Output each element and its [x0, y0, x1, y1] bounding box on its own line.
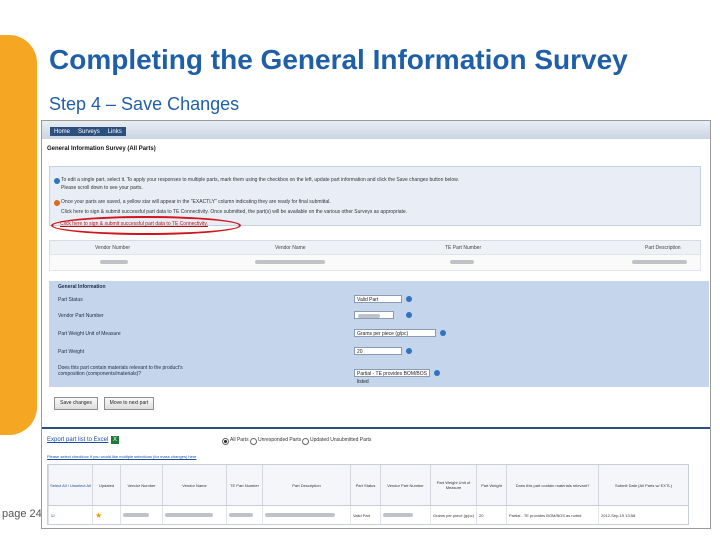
part-description-cell — [262, 506, 350, 524]
page-number: page 24 — [2, 508, 42, 520]
redacted-value — [450, 260, 474, 264]
grid-col-vendor-name: Vendor Name — [275, 245, 306, 251]
col-vendor-part-number: Vendor Part Number — [380, 465, 430, 505]
col-submit-date: Submit Date (All Parts w/ EXTL) — [598, 465, 688, 505]
slide-title: Completing the General Information Surve… — [49, 44, 628, 75]
divider — [42, 427, 710, 429]
grid-col-te-part-number: TE Part Number — [445, 245, 482, 251]
slide-subtitle: Step 4 – Save Changes — [49, 94, 240, 114]
part-weight-input[interactable]: 20 — [354, 347, 402, 355]
col-materials: Does this part contain materials relevan… — [506, 465, 598, 505]
accent-bar — [0, 35, 37, 435]
help-icon[interactable] — [406, 348, 412, 354]
instruction-line: Click here to sign & submit successful p… — [61, 209, 408, 215]
col-te-part-number: TE Part Number — [226, 465, 262, 505]
filter-all-radio[interactable] — [222, 438, 229, 445]
help-icon[interactable] — [406, 312, 412, 318]
col-part-description: Part Description — [262, 465, 350, 505]
vendor-name-cell — [162, 506, 226, 524]
grid-col-part-description: Part Description — [645, 245, 681, 251]
materials-cell: Partial - TE provides BOM/BOS as noted — [506, 506, 598, 524]
part-weight-cell: 20 — [476, 506, 506, 524]
col-part-status: Part Status — [350, 465, 380, 505]
col-weight-unit: Part Weight Unit of Measure — [430, 465, 476, 505]
selection-hint: Please select checkbox if you would like… — [47, 454, 197, 459]
app-screenshot: Home Surveys Links General Information S… — [41, 120, 711, 529]
col-updated: Updated — [92, 465, 120, 505]
redacted-value — [358, 314, 380, 318]
col-vendor-name: Vendor Name — [162, 465, 226, 505]
filter-unresponded-label: Unresponded Parts — [258, 437, 302, 443]
help-icon[interactable] — [406, 296, 412, 302]
filter-updated-radio[interactable] — [302, 438, 309, 445]
nav-home[interactable]: Home — [50, 129, 74, 135]
info-icon — [54, 178, 60, 184]
save-changes-button[interactable]: Save changes — [54, 397, 98, 410]
part-grid-row[interactable] — [49, 254, 701, 271]
nav-links[interactable]: Links — [104, 129, 126, 135]
redacted-value — [229, 513, 253, 517]
redacted-value — [632, 260, 687, 264]
redacted-value — [265, 513, 335, 517]
field-label-part-weight: Part Weight — [58, 349, 85, 355]
excel-icon[interactable]: X — [111, 436, 119, 444]
redacted-value — [255, 260, 325, 264]
redacted-value — [383, 513, 413, 517]
export-excel-link[interactable]: Export part list to Excel — [47, 437, 108, 443]
updated-cell: ★ — [92, 506, 120, 524]
filter-unresponded-radio[interactable] — [250, 438, 257, 445]
weight-unit-cell: Grams per piece (g/pc) — [430, 506, 476, 524]
grid-col-vendor-number: Vendor Number — [95, 245, 131, 251]
weight-unit-select[interactable]: Grams per piece (g/pc) — [354, 329, 436, 337]
row-select-cell[interactable]: ☑ — [48, 506, 92, 524]
submit-link[interactable]: Click here to sign & submit successful p… — [60, 221, 208, 227]
nav-surveys[interactable]: Surveys — [74, 129, 104, 135]
part-status-select[interactable]: Valid Part — [354, 295, 402, 303]
part-status-cell: Valid Part — [350, 506, 380, 524]
table-row[interactable]: ☑ ★ Valid Part Grams per piece (g/pc) 20… — [47, 505, 689, 525]
star-icon: ★ — [95, 510, 103, 520]
page-title: General Information Survey (All Parts) — [47, 146, 156, 152]
top-nav: Home Surveys Links — [42, 121, 710, 139]
col-vendor-number: Vendor Number — [120, 465, 162, 505]
nav-menu: Home Surveys Links — [50, 127, 126, 136]
field-label-part-status: Part Status — [58, 297, 83, 303]
field-label-vendor-part-number: Vendor Part Number — [58, 313, 104, 319]
submit-date-cell: 2012-Sep-19 13:58 — [598, 506, 688, 524]
col-part-weight: Part Weight — [476, 465, 506, 505]
warning-icon — [54, 200, 60, 206]
redacted-value — [100, 260, 128, 264]
part-grid-header: Vendor Number Vendor Name TE Part Number… — [49, 240, 701, 255]
general-info-panel: General Information Part Status Valid Pa… — [49, 281, 709, 387]
field-label-weight-unit: Part Weight Unit of Measure — [58, 331, 121, 337]
redacted-value — [123, 513, 149, 517]
instruction-line: To edit a single part, select it. To app… — [61, 177, 459, 183]
te-part-number-cell — [226, 506, 262, 524]
instruction-line: Please scroll down to see your parts. — [61, 185, 143, 191]
parts-table-header: Select All / Unselect All Updated Vendor… — [47, 464, 689, 506]
filter-updated-label: Updated Unsubmitted Parts — [310, 437, 372, 443]
next-part-button[interactable]: Move to next part — [104, 397, 154, 410]
filter-all-label: All Parts — [230, 437, 249, 443]
vendor-number-cell — [120, 506, 162, 524]
vendor-part-number-cell — [380, 506, 430, 524]
field-label-materials: Does this part contain materials relevan… — [58, 365, 183, 377]
help-icon[interactable] — [440, 330, 446, 336]
redacted-value — [165, 513, 213, 517]
section-heading: General Information — [58, 284, 106, 290]
vendor-part-number-input[interactable] — [354, 311, 394, 319]
instruction-line: Once your parts are saved, a yellow star… — [61, 199, 331, 205]
materials-select[interactable]: Partial - TE provides BOM/BOS listed — [354, 369, 430, 385]
select-all-header[interactable]: Select All / Unselect All — [48, 465, 92, 505]
help-icon[interactable] — [434, 370, 440, 376]
